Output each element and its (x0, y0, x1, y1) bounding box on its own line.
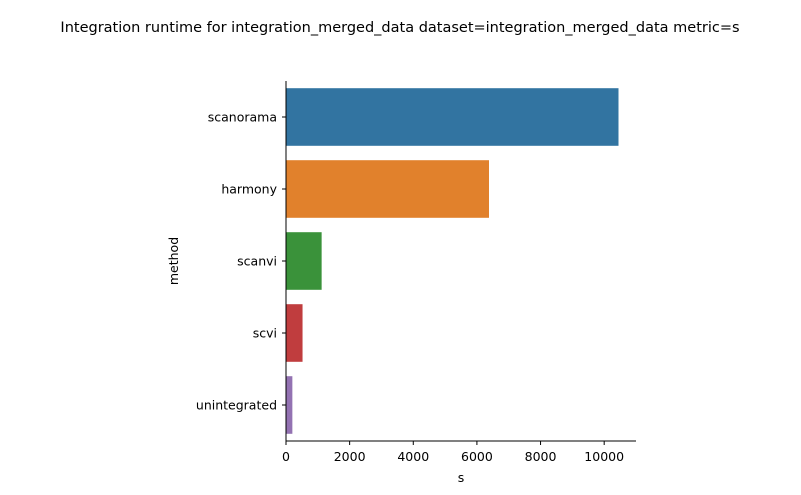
x-tick-label: 0 (282, 449, 290, 464)
x-tick-label: 4000 (397, 449, 429, 464)
y-tick-label-scvi: scvi (253, 326, 277, 341)
bar-harmony (286, 160, 489, 218)
x-tick-label: 6000 (461, 449, 493, 464)
runtime-bar-chart: Integration runtime for integration_merg… (60, 20, 739, 485)
bar-scanorama (286, 88, 619, 146)
bar-scvi (286, 304, 303, 362)
x-axis-label: s (458, 470, 465, 485)
x-tick-label: 2000 (334, 449, 366, 464)
x-axis-ticks: 0 2000 4000 6000 8000 10000 (282, 441, 624, 464)
bar-unintegrated (286, 376, 293, 434)
x-tick-label: 8000 (525, 449, 557, 464)
y-tick-label-unintegrated: unintegrated (196, 398, 277, 413)
y-tick-label-harmony: harmony (221, 182, 277, 197)
y-tick-label-scanorama: scanorama (208, 110, 277, 125)
y-axis-ticks: scanorama harmony scanvi scvi unintegrated (196, 110, 286, 413)
y-tick-label-scanvi: scanvi (237, 254, 277, 269)
chart-title: Integration runtime for integration_merg… (60, 20, 739, 36)
bars-group (286, 88, 619, 434)
bar-scanvi (286, 232, 322, 290)
y-axis-label: method (166, 237, 181, 285)
x-tick-label: 10000 (584, 449, 624, 464)
